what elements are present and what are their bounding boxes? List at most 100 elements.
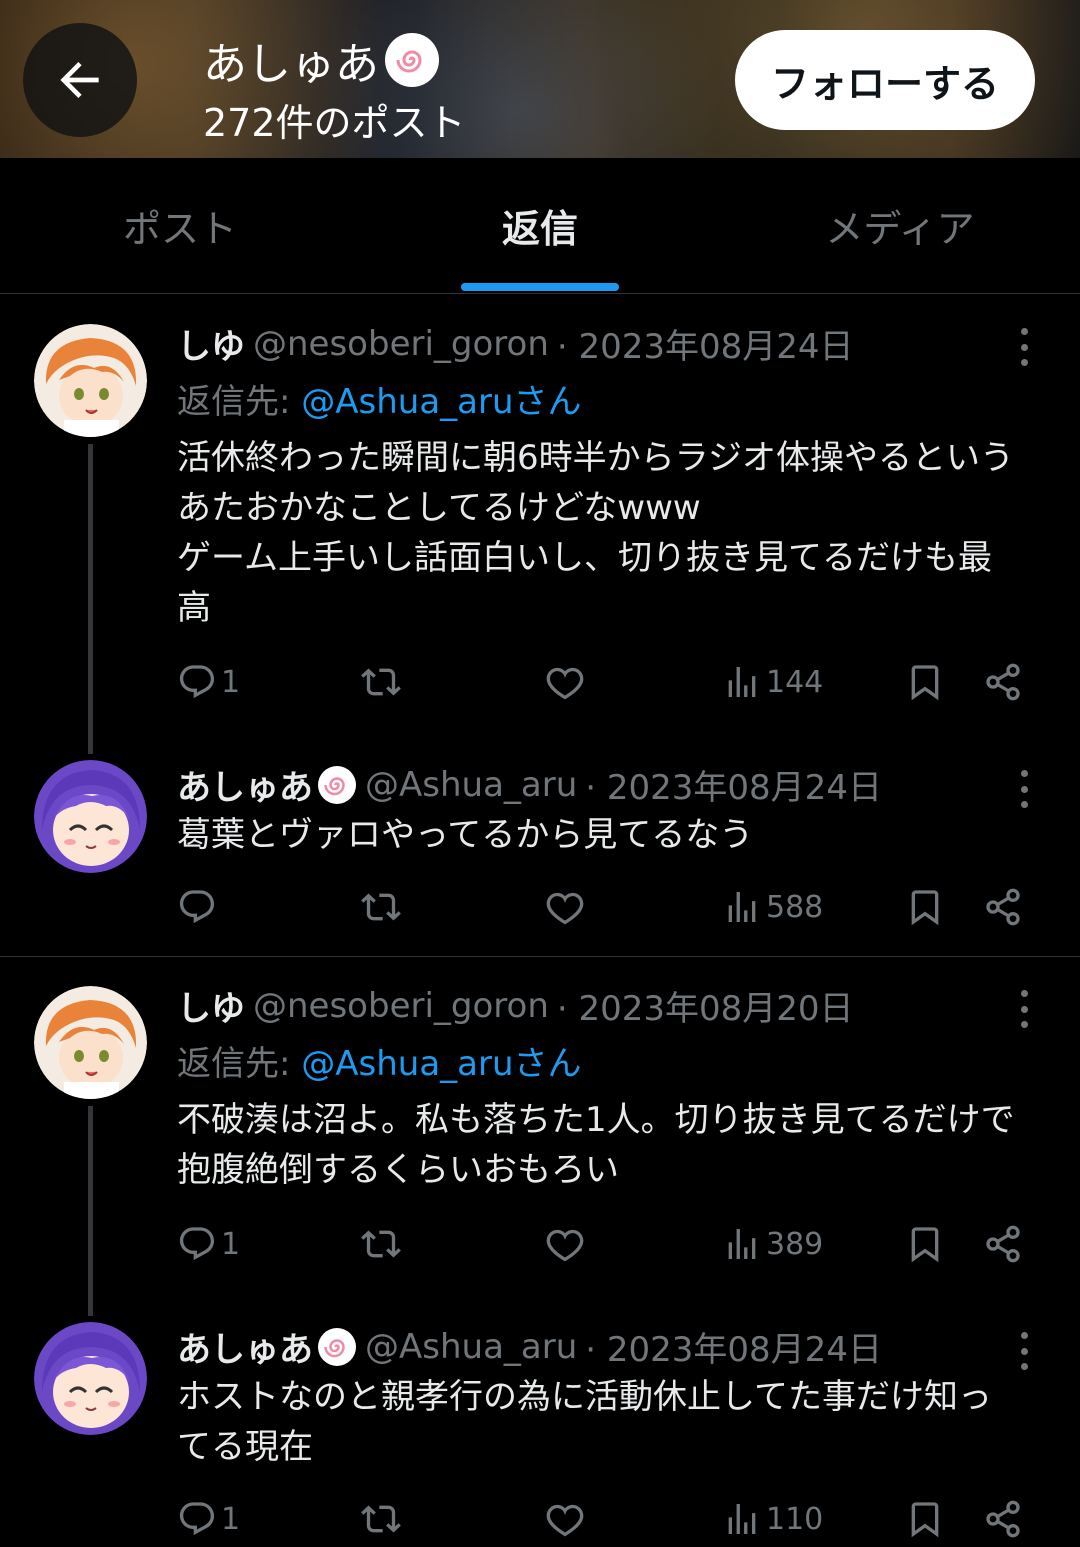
views-button[interactable]: 588	[722, 882, 823, 932]
share-icon	[983, 662, 1023, 702]
username[interactable]: @Ashua_aru	[365, 1327, 577, 1367]
avatar[interactable]	[34, 760, 147, 873]
bookmark-icon	[905, 1224, 945, 1264]
reply-button[interactable]: 1	[177, 1219, 240, 1269]
repost-icon	[361, 1224, 401, 1264]
profile-name: あしゅあ	[203, 28, 439, 92]
like-button[interactable]	[545, 882, 585, 932]
bookmark-button[interactable]	[905, 1494, 945, 1544]
reply-icon	[177, 887, 217, 927]
post-date[interactable]: · 2023年08月24日	[585, 1322, 882, 1371]
tab-label: メディア	[825, 207, 975, 251]
tab-posts[interactable]: ポスト	[0, 158, 360, 293]
avatar[interactable]	[34, 324, 147, 437]
views-count: 144	[766, 664, 824, 700]
share-button[interactable]	[983, 882, 1023, 932]
bookmark-icon	[905, 662, 945, 702]
views-icon	[722, 1499, 762, 1539]
reply-post[interactable]: あしゅあ @Ashua_aru · 2023年08月24日 葛葉とヴァロやってる…	[0, 760, 1080, 956]
share-button[interactable]	[983, 657, 1023, 707]
display-name-text: あしゅあ	[177, 1330, 313, 1370]
reply-button[interactable]: 1	[177, 1494, 240, 1544]
more-icon[interactable]	[1010, 984, 1038, 1034]
bookmark-icon	[905, 1499, 945, 1539]
like-button[interactable]	[545, 657, 585, 707]
post-text: ホストなのと親孝行の為に活動休止してた事だけ知っ てる現在	[177, 1377, 992, 1467]
reply-to-mention[interactable]: @Ashua_aruさん	[301, 1044, 581, 1084]
repost-icon	[361, 662, 401, 702]
repost-icon	[361, 887, 401, 927]
username[interactable]: @nesoberi_goron	[253, 986, 549, 1026]
post-date[interactable]: · 2023年08月24日	[585, 760, 882, 809]
share-icon	[983, 887, 1023, 927]
back-button[interactable]	[23, 23, 137, 137]
bookmark-button[interactable]	[905, 1219, 945, 1269]
avatar[interactable]	[34, 986, 147, 1099]
post-actions: 588	[177, 882, 1037, 932]
bookmark-button[interactable]	[905, 657, 945, 707]
like-button[interactable]	[545, 1494, 585, 1544]
avatar[interactable]	[34, 1322, 147, 1435]
display-name[interactable]: あしゅあ	[177, 1322, 357, 1371]
reply-post[interactable]: しゆ @nesoberi_goron · 2023年08月20日 返信先: @A…	[0, 956, 1080, 1322]
reply-to-line: 返信先: @Ashua_aruさん	[177, 374, 582, 423]
like-icon	[545, 662, 585, 702]
tab-media[interactable]: メディア	[720, 158, 1080, 293]
views-icon	[722, 887, 762, 927]
views-icon	[722, 1224, 762, 1264]
reply-to-line: 返信先: @Ashua_aruさん	[177, 1036, 582, 1085]
repost-button[interactable]	[361, 657, 401, 707]
tab-replies[interactable]: 返信	[360, 158, 720, 293]
post-header: しゆ @nesoberi_goron · 2023年08月20日	[177, 981, 990, 1030]
thread-connector-line	[88, 1106, 93, 1316]
like-button[interactable]	[545, 1219, 585, 1269]
post-header: あしゅあ @Ashua_aru · 2023年08月24日	[177, 1322, 990, 1371]
post-actions: 1 389	[177, 1219, 1037, 1269]
post-date[interactable]: · 2023年08月24日	[557, 319, 854, 368]
views-button[interactable]: 144	[722, 657, 823, 707]
views-button[interactable]: 389	[722, 1219, 823, 1269]
post-header: あしゅあ @Ashua_aru · 2023年08月24日	[177, 760, 990, 809]
naruto-emoji-icon	[385, 33, 439, 87]
thread-connector-line	[88, 444, 93, 754]
like-icon	[545, 887, 585, 927]
profile-header: あしゅあ 272件のポスト フォローする	[0, 0, 1080, 158]
reply-icon	[177, 1224, 217, 1264]
reply-button[interactable]	[177, 882, 217, 932]
display-name[interactable]: しゆ	[177, 981, 245, 1030]
display-name[interactable]: あしゅあ	[177, 760, 357, 809]
views-count: 110	[766, 1501, 824, 1537]
post-header: しゆ @nesoberi_goron · 2023年08月24日	[177, 319, 990, 368]
reply-post[interactable]: しゆ @nesoberi_goron · 2023年08月24日 返信先: @A…	[0, 294, 1080, 760]
active-tab-indicator	[461, 283, 619, 291]
username[interactable]: @nesoberi_goron	[253, 324, 549, 364]
share-button[interactable]	[983, 1494, 1023, 1544]
more-icon[interactable]	[1010, 322, 1038, 372]
post-text: 活休終わった瞬間に朝6時半からラジオ体操やるという あたおかなことしてるけどなw…	[177, 438, 1014, 628]
profile-name-text: あしゅあ	[203, 39, 379, 90]
views-button[interactable]: 110	[722, 1494, 823, 1544]
share-button[interactable]	[983, 1219, 1023, 1269]
post-date[interactable]: · 2023年08月20日	[557, 981, 854, 1030]
views-count: 588	[766, 889, 824, 925]
more-icon[interactable]	[1010, 764, 1038, 814]
post-count: 272件のポスト	[203, 101, 466, 145]
bookmark-button[interactable]	[905, 882, 945, 932]
repost-button[interactable]	[361, 1219, 401, 1269]
username[interactable]: @Ashua_aru	[365, 765, 577, 805]
follow-button[interactable]: フォローする	[735, 30, 1035, 130]
reply-icon	[177, 1499, 217, 1539]
repost-button[interactable]	[361, 1494, 401, 1544]
share-icon	[983, 1224, 1023, 1264]
reply-button[interactable]: 1	[177, 657, 240, 707]
reply-to-mention[interactable]: @Ashua_aruさん	[301, 382, 581, 422]
share-icon	[983, 1499, 1023, 1539]
reply-icon	[177, 662, 217, 702]
reply-count: 1	[221, 1226, 241, 1262]
reply-post[interactable]: あしゅあ @Ashua_aru · 2023年08月24日 ホストなのと親孝行の…	[0, 1322, 1080, 1547]
repost-button[interactable]	[361, 882, 401, 932]
display-name[interactable]: しゆ	[177, 319, 245, 368]
repost-icon	[361, 1499, 401, 1539]
like-icon	[545, 1499, 585, 1539]
more-icon[interactable]	[1010, 1326, 1038, 1376]
